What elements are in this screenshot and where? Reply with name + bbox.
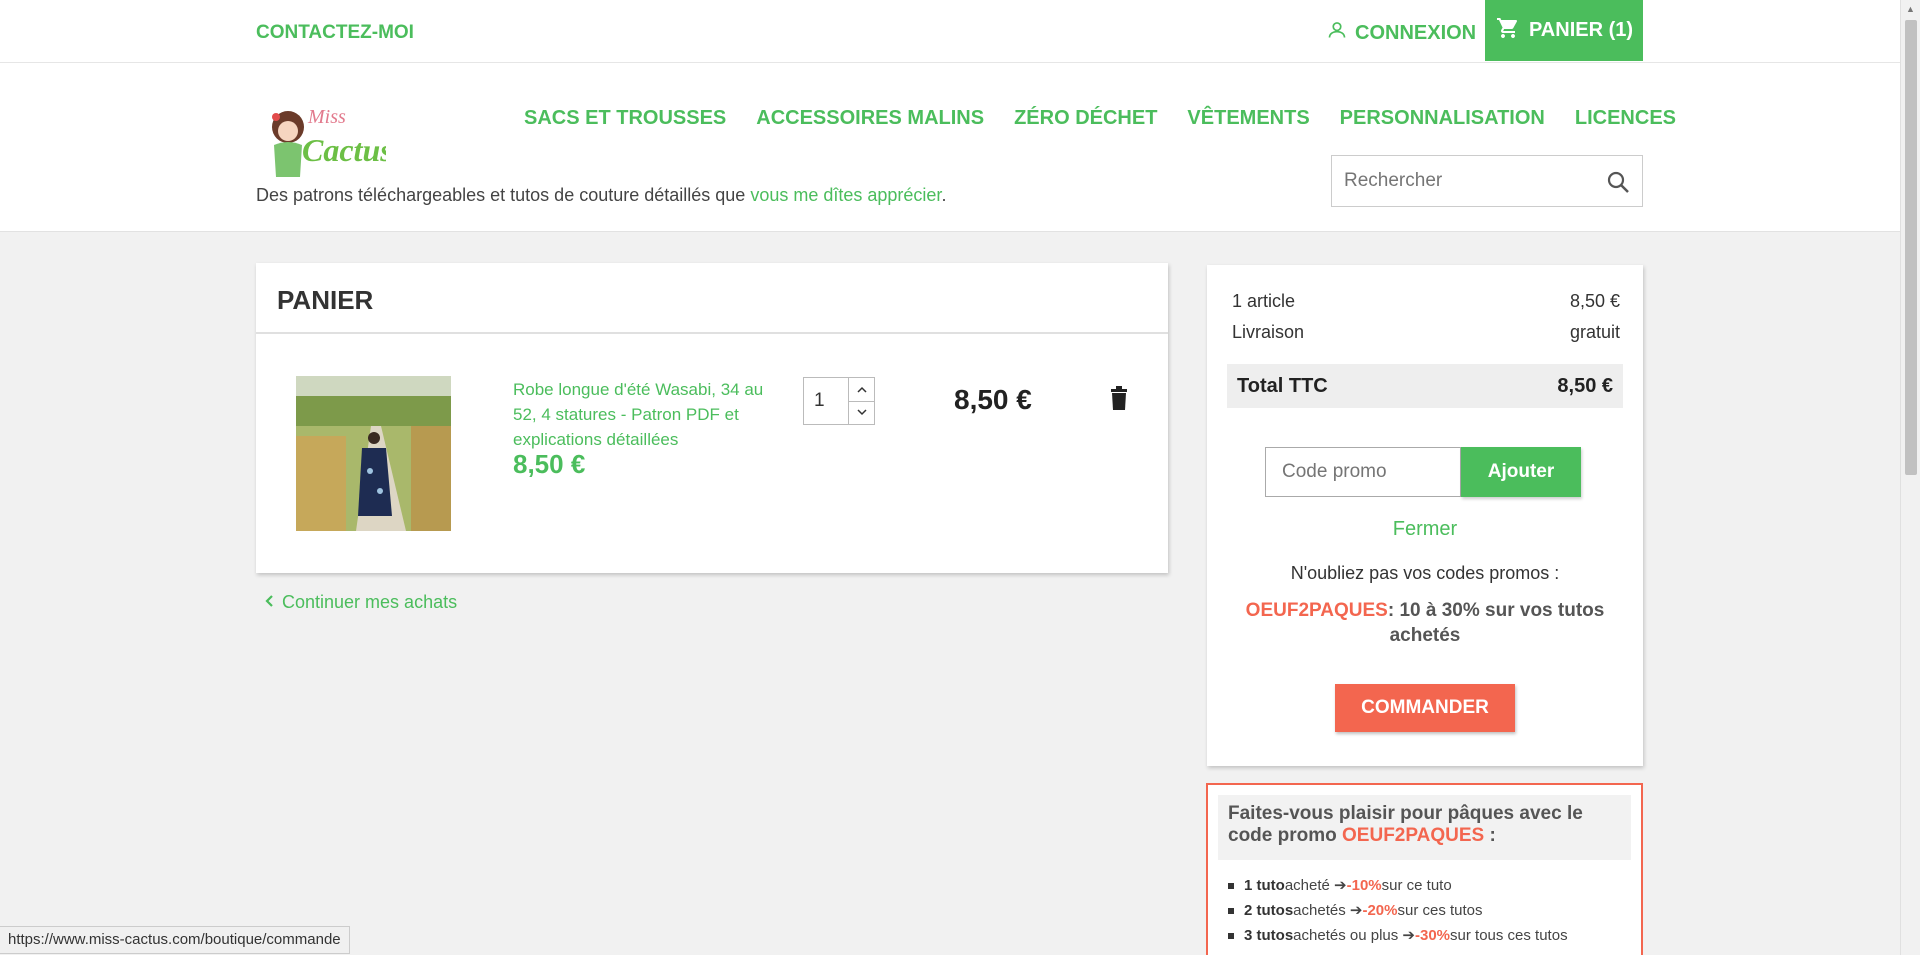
main-nav: SACS ET TROUSSES ACCESSOIRES MALINS ZÉRO… <box>524 107 1676 130</box>
quantity-input[interactable] <box>804 378 848 424</box>
nav-accessoires-malins[interactable]: ACCESSOIRES MALINS <box>756 107 984 130</box>
scroll-up-icon[interactable]: ▲ <box>1906 4 1915 14</box>
easter-discount-list: 1 tuto acheté ➔ -10% sur ce tuto 2 tutos… <box>1228 873 1568 948</box>
nav-zero-dechet[interactable]: ZÉRO DÉCHET <box>1014 107 1157 130</box>
line-total: 8,50 € <box>954 384 1032 415</box>
tier-discount: -30% <box>1414 927 1451 944</box>
order-button[interactable]: COMMANDER <box>1335 684 1515 732</box>
total-label: Total TTC <box>1237 374 1328 397</box>
tier-verb: acheté ➔ <box>1284 877 1347 894</box>
cart-title: PANIER <box>256 263 1168 334</box>
login-link[interactable]: CONNEXION <box>1327 20 1476 46</box>
svg-text:Cactus: Cactus <box>302 132 386 168</box>
nav-licences[interactable]: LICENCES <box>1575 107 1676 130</box>
nav-sacs-et-trousses[interactable]: SACS ET TROUSSES <box>524 107 726 130</box>
tagline-link[interactable]: vous me dîtes apprécier <box>750 185 941 205</box>
search-input[interactable] <box>1332 156 1592 206</box>
site-logo[interactable]: Miss Cactus <box>256 99 393 179</box>
svg-text:Miss: Miss <box>307 106 346 128</box>
cart-button[interactable]: PANIER (1) <box>1485 0 1643 61</box>
product-image[interactable] <box>296 376 451 531</box>
chevron-down-icon[interactable] <box>849 400 874 425</box>
shipping-value: gratuit <box>1569 322 1620 342</box>
list-item: 3 tutos achetés ou plus ➔ -30% sur tous … <box>1228 923 1568 948</box>
promo-code: OEUF2PAQUES <box>1245 600 1388 621</box>
order-summary: 1 article 8,50 € Livraison gratuit Total… <box>1207 265 1643 766</box>
tier-rest: sur ce tuto <box>1381 877 1452 894</box>
header: Miss Cactus SACS ET TROUSSES ACCESSOIRES… <box>0 63 1900 232</box>
list-item: 1 tuto acheté ➔ -10% sur ce tuto <box>1228 873 1568 898</box>
tier-count: 3 tutos <box>1244 927 1294 944</box>
chevron-left-icon <box>264 592 274 613</box>
shipping-row: Livraison gratuit <box>1232 322 1620 343</box>
tier-rest: sur tous ces tutos <box>1450 927 1568 944</box>
easter-promo-box: Faites-vous plaisir pour pâques avec le … <box>1206 783 1643 955</box>
status-bar-url: https://www.miss-cactus.com/boutique/com… <box>0 926 350 954</box>
tier-verb: achetés ➔ <box>1293 902 1363 919</box>
total-value: 8,50 € <box>1557 374 1613 397</box>
product-name-link[interactable]: Robe longue d'été Wasabi, 34 au 52, 4 st… <box>513 377 783 452</box>
close-promo-link[interactable]: Fermer <box>1207 518 1643 541</box>
add-promo-button[interactable]: Ajouter <box>1461 447 1581 497</box>
top-bar: CONTACTEZ-MOI CONNEXION PANIER (1) <box>0 0 1900 63</box>
promo-code-info: OEUF2PAQUES: 10 à 30% sur vos tutos ache… <box>1237 598 1613 648</box>
search-box <box>1331 155 1643 207</box>
page-scrollbar[interactable]: ▲ <box>1900 0 1920 955</box>
items-label: 1 article <box>1232 291 1296 311</box>
shipping-label: Livraison <box>1232 322 1305 342</box>
continue-shopping-link[interactable]: Continuer mes achats <box>264 592 457 613</box>
search-icon[interactable] <box>1606 170 1630 199</box>
login-label: CONNEXION <box>1355 21 1477 44</box>
easter-promo-title: Faites-vous plaisir pour pâques avec le … <box>1218 795 1631 860</box>
trash-icon[interactable] <box>1109 386 1129 415</box>
quantity-stepper <box>803 377 875 425</box>
cart-label: PANIER (1) <box>1528 19 1634 41</box>
tier-count: 2 tutos <box>1244 902 1294 919</box>
tagline: Des patrons téléchargeables et tutos de … <box>256 185 946 206</box>
tagline-text: Des patrons téléchargeables et tutos de … <box>256 185 751 205</box>
items-value: 8,50 € <box>1569 291 1620 311</box>
tagline-suffix: . <box>941 185 947 205</box>
easter-promo-code: OEUF2PAQUES <box>1342 825 1485 846</box>
tier-verb: achetés ou plus ➔ <box>1293 927 1415 944</box>
tier-count: 1 tuto <box>1244 877 1285 894</box>
promo-reminder: N'oubliez pas vos codes promos : <box>1290 563 1560 583</box>
nav-vetements[interactable]: VÊTEMENTS <box>1187 107 1309 130</box>
contact-link[interactable]: CONTACTEZ-MOI <box>256 22 414 44</box>
quantity-arrows <box>848 378 874 424</box>
total-row: Total TTC 8,50 € <box>1227 364 1623 408</box>
promo-form: Ajouter <box>1265 447 1581 497</box>
tier-rest: sur ces tutos <box>1397 902 1483 919</box>
scrollbar-thumb[interactable] <box>1905 20 1917 475</box>
promo-code-desc: : 10 à 30% sur vos tutos achetés <box>1387 600 1605 646</box>
cart-panel: PANIER Robe longue d'été Wasabi, 34 au 5… <box>256 263 1168 573</box>
items-row: 1 article 8,50 € <box>1232 291 1620 312</box>
tier-discount: -20% <box>1362 902 1398 919</box>
continue-shopping-label: Continuer mes achats <box>282 592 458 612</box>
user-icon <box>1327 20 1347 46</box>
easter-title-suffix: : <box>1484 825 1496 846</box>
product-unit-price: 8,50 € <box>513 449 586 479</box>
chevron-up-icon[interactable] <box>849 378 874 401</box>
cart-icon <box>1495 16 1521 46</box>
nav-personnalisation[interactable]: PERSONNALISATION <box>1340 107 1545 130</box>
tier-discount: -10% <box>1346 877 1382 894</box>
list-item: 2 tutos achetés ➔ -20% sur ces tutos <box>1228 898 1568 923</box>
promo-code-input[interactable] <box>1265 447 1461 497</box>
